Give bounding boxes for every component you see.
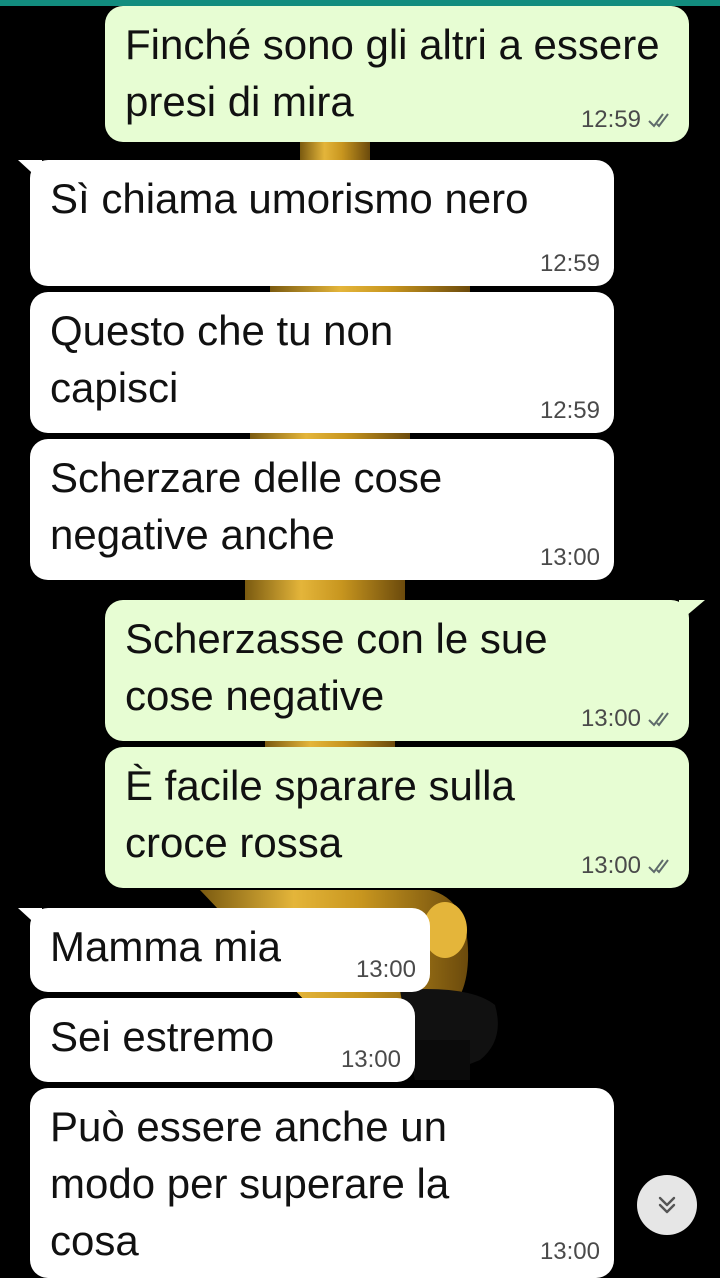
read-ticks-icon xyxy=(648,859,669,874)
message-text: Scherzasse con le sue cose negative xyxy=(125,615,548,719)
message-bubble-incoming[interactable]: Può essere anche un modo per superare la… xyxy=(30,1088,614,1278)
message-time: 13:00 xyxy=(340,1046,401,1073)
message-text: È facile sparare sulla croce rossa xyxy=(125,762,515,866)
message-bubble-outgoing[interactable]: È facile sparare sulla croce rossa 13:00 xyxy=(105,747,689,888)
message-text: Questo che tu non capisci xyxy=(50,307,394,411)
message-bubble-incoming[interactable]: Sì chiama umorismo nero 12:59 xyxy=(30,160,614,286)
message-time: 13:00 xyxy=(539,1238,600,1265)
message-time: 12:59 xyxy=(539,397,600,424)
scroll-to-bottom-button[interactable] xyxy=(637,1175,697,1235)
message-text: Scherzare delle cose negative anche xyxy=(50,454,443,558)
message-meta: 13:00 xyxy=(356,956,416,984)
message-meta: 13:00 xyxy=(540,544,600,572)
message-time: 13:00 xyxy=(355,956,416,983)
message-meta: 12:59 xyxy=(540,397,600,425)
message-time: 13:00 xyxy=(580,852,641,879)
message-meta: 12:59 xyxy=(581,106,675,134)
message-meta: 13:00 xyxy=(341,1046,401,1074)
message-time: 13:00 xyxy=(539,544,600,571)
message-bubble-incoming[interactable]: Sei estremo 13:00 xyxy=(30,998,415,1082)
message-time: 12:59 xyxy=(539,250,600,277)
message-bubble-incoming[interactable]: Mamma mia 13:00 xyxy=(30,908,430,992)
message-bubble-incoming[interactable]: Scherzare delle cose negative anche 13:0… xyxy=(30,439,614,580)
message-text: Può essere anche un modo per superare la… xyxy=(50,1103,450,1264)
message-meta: 13:00 xyxy=(540,1238,600,1266)
message-meta: 13:00 xyxy=(581,852,675,880)
message-meta: 13:00 xyxy=(581,705,675,733)
message-meta: 12:59 xyxy=(540,250,600,278)
message-text: Sì chiama umorismo nero xyxy=(50,175,529,222)
message-bubble-incoming[interactable]: Questo che tu non capisci 12:59 xyxy=(30,292,614,433)
message-bubble-outgoing[interactable]: Finché sono gli altri a essere presi di … xyxy=(105,6,689,142)
message-time: 12:59 xyxy=(580,106,641,133)
message-bubble-outgoing[interactable]: Scherzasse con le sue cose negative 13:0… xyxy=(105,600,689,741)
read-ticks-icon xyxy=(648,113,669,128)
read-ticks-icon xyxy=(648,712,669,727)
message-time: 13:00 xyxy=(580,705,641,732)
double-chevron-down-icon xyxy=(658,1196,676,1214)
